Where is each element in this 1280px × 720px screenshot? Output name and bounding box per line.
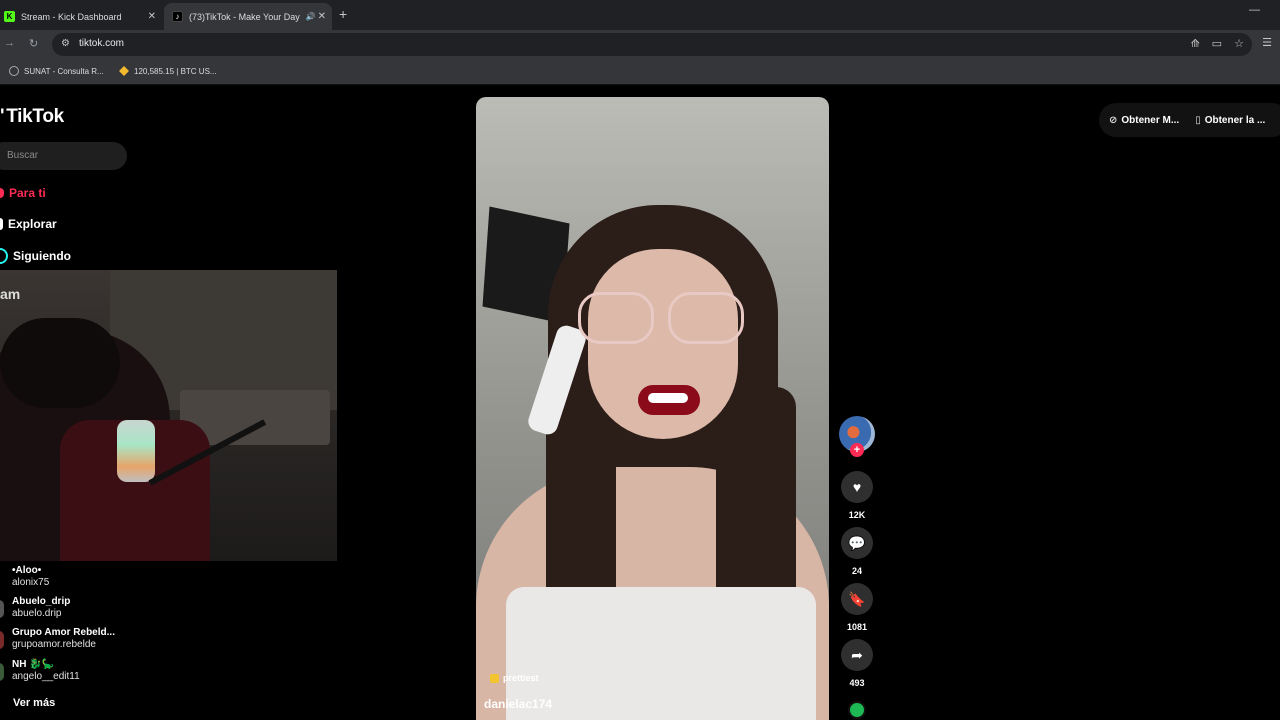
kick-favicon-icon: K <box>4 11 15 22</box>
cast-icon[interactable]: ▭ <box>1212 37 1222 50</box>
phone-icon: ▯ <box>1195 114 1201 126</box>
following-icon <box>0 248 8 264</box>
avatar <box>0 600 4 618</box>
bookmark-btc[interactable]: 120,585.15 | BTC US... <box>119 66 217 76</box>
account-name: NH 🐉🦕 <box>12 659 55 670</box>
nav-para-ti[interactable]: Para ti <box>0 186 46 200</box>
bookmark-label: SUNAT - Consulta R... <box>24 66 104 76</box>
video-author[interactable]: danielac174 <box>484 697 552 711</box>
tiktok-favicon-icon: ♪ <box>172 11 183 22</box>
nav-explorar[interactable]: Explorar <box>0 217 57 231</box>
share-count: 493 <box>849 678 865 688</box>
comment-icon: 💬 <box>848 534 866 551</box>
account-name: Abuelo_drip <box>12 596 71 607</box>
new-tab-button[interactable]: + <box>339 6 347 22</box>
site-settings-icon[interactable]: ⚙ <box>61 38 70 49</box>
audio-playing-icon[interactable]: 🔊 <box>306 12 316 21</box>
compass-icon <box>0 218 3 230</box>
binance-icon <box>119 66 129 76</box>
like-button[interactable]: ♥ <box>841 471 873 503</box>
effect-tag[interactable]: prettiest <box>490 673 539 683</box>
get-pc-app-button[interactable]: ▯ Obtener la ... <box>1195 115 1265 126</box>
get-app-button[interactable]: ⊘ Obtener M... <box>1109 115 1179 126</box>
comment-button[interactable]: 💬 <box>841 527 873 559</box>
compass-icon: ⊘ <box>1109 114 1118 126</box>
avatar <box>0 631 4 649</box>
follow-plus-icon[interactable]: + <box>850 443 864 457</box>
browser-toolbar: → ↻ ⚙ tiktok.com ⟰ ▭ ☆ <box>0 30 1280 59</box>
effect-icon <box>490 673 499 683</box>
tiktok-page: ' TikTok Buscar Para ti Explorar Siguiend… <box>0 86 1280 720</box>
comment-count: 24 <box>851 566 862 576</box>
tiktok-note-icon: ' <box>0 106 5 127</box>
url-text[interactable]: tiktok.com <box>79 38 124 49</box>
heart-icon: ♥ <box>852 479 862 495</box>
nav-siguiendo[interactable]: Siguiendo <box>0 248 71 264</box>
translate-icon[interactable]: ⟰ <box>1191 37 1200 50</box>
account-name: •Aloo• <box>12 565 42 576</box>
account-username: abuelo.drip <box>12 608 62 619</box>
address-bar[interactable]: ⚙ tiktok.com ⟰ ▭ ☆ <box>52 33 1252 56</box>
nav-label: Para ti <box>9 186 46 200</box>
browser-tab-bar: K Stream - Kick Dashboard ✕ ♪ (73)TikTok… <box>0 0 1280 30</box>
save-count: 1081 <box>846 622 868 632</box>
tiktok-logo[interactable]: ' TikTok <box>0 106 64 128</box>
nav-label: Explorar <box>8 217 57 231</box>
share-arrow-icon: ➦ <box>851 646 863 663</box>
account-username: alonix75 <box>12 577 50 588</box>
close-tab-icon[interactable]: ✕ <box>318 11 326 22</box>
button-label: Obtener la ... <box>1204 114 1266 126</box>
search-input[interactable]: Buscar <box>0 142 127 170</box>
video-player[interactable] <box>476 97 829 720</box>
bookmark-star-icon[interactable]: ☆ <box>1234 37 1244 50</box>
button-label: Obtener M... <box>1121 114 1180 126</box>
microphone <box>117 420 155 482</box>
tab-kick-dashboard[interactable]: K Stream - Kick Dashboard ✕ <box>0 3 162 30</box>
save-button[interactable]: 🔖 <box>841 583 873 615</box>
nav-label: Siguiendo <box>13 249 71 263</box>
account-name: Grupo Amor Rebeld... <box>12 627 115 638</box>
tab-tiktok[interactable]: ♪ (73)TikTok - Make Your Day 🔊 ✕ <box>164 3 332 30</box>
effect-label: prettiest <box>503 673 539 683</box>
bookmark-icon: 🔖 <box>848 590 866 607</box>
like-count: 12K <box>848 510 866 520</box>
cam-overlay-text: am <box>0 286 21 302</box>
reload-icon[interactable]: ↻ <box>29 37 38 50</box>
bookmark-label: 120,585.15 | BTC US... <box>134 66 217 76</box>
bookmarks-bar: SUNAT - Consulta R... 120,585.15 | BTC U… <box>0 59 1280 85</box>
bookmark-sunat[interactable]: SUNAT - Consulta R... <box>9 66 104 76</box>
tab-title: Stream - Kick Dashboard <box>21 11 122 22</box>
search-placeholder: Buscar <box>7 150 39 161</box>
share-button[interactable]: ➦ <box>841 639 873 671</box>
streamer-webcam <box>0 270 337 561</box>
logo-text: TikTok <box>6 106 64 127</box>
account-username: grupoamor.rebelde <box>12 639 96 650</box>
home-icon <box>0 188 4 198</box>
get-app-bar: ⊘ Obtener M... ▯ Obtener la ... <box>1099 103 1280 137</box>
music-disc-icon[interactable] <box>848 701 866 719</box>
globe-icon <box>9 66 19 76</box>
see-more-link[interactable]: Ver más <box>13 697 55 709</box>
tab-title: (73)TikTok - Make Your Day <box>189 11 300 22</box>
account-username: angelo__edit11 <box>12 671 80 682</box>
reading-list-icon[interactable]: ☰ <box>1262 36 1272 49</box>
minimize-window-button[interactable]: — <box>1249 4 1260 16</box>
close-tab-icon[interactable]: ✕ <box>148 11 156 22</box>
avatar <box>0 663 4 681</box>
forward-arrow-icon[interactable]: → <box>4 37 15 49</box>
